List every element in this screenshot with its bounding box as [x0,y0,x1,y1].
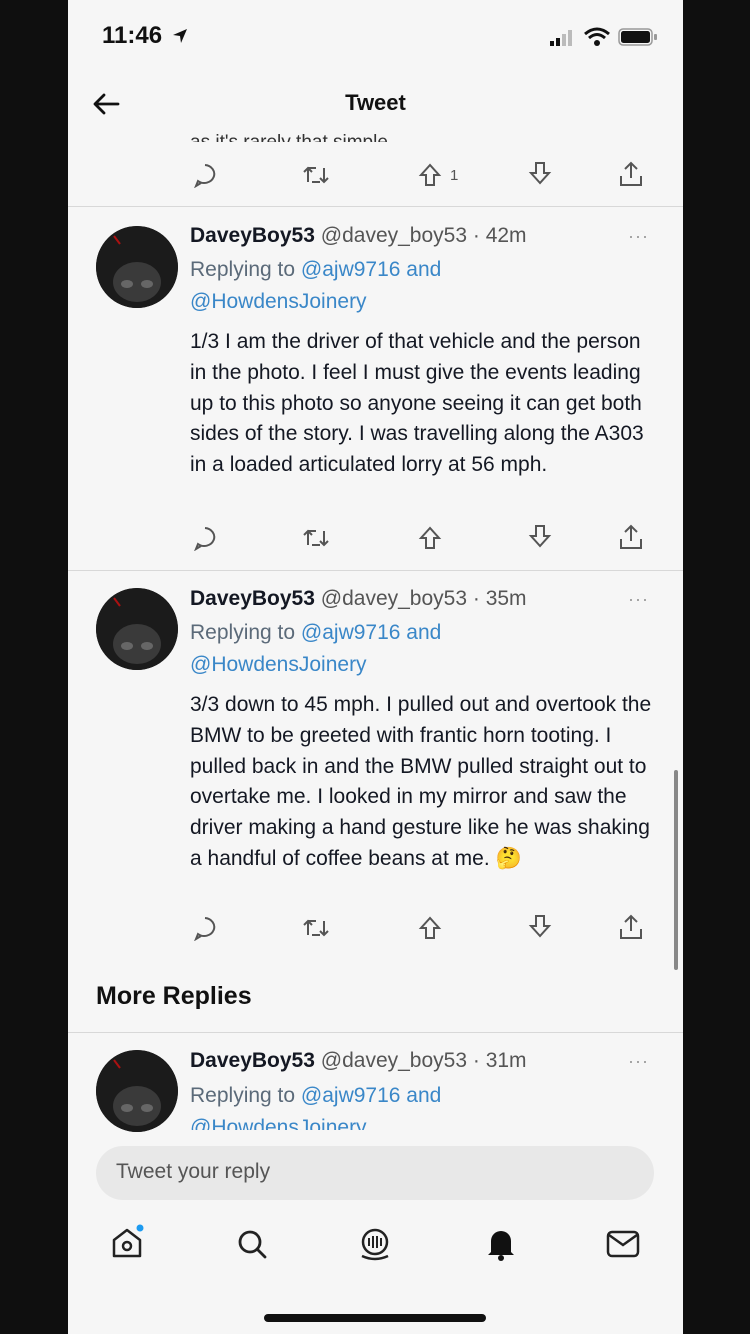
mention-link[interactable]: @HowdensJoinery [190,1116,367,1130]
scrollbar[interactable] [674,770,678,970]
handle[interactable]: @davey_boy53 [321,224,467,247]
mention-link[interactable]: @ajw9716 [301,621,401,644]
bell-icon[interactable] [484,1226,518,1262]
mention-link[interactable]: @HowdensJoinery [190,290,367,313]
home-indicator[interactable] [264,1314,486,1322]
avatar-image [96,588,178,670]
status-time-text: 11:46 [102,22,163,49]
tweet-text: 1/3 I am the driver of that vehicle and … [190,330,644,477]
upvote-count: 1 [450,166,459,184]
mention-link[interactable]: @ajw9716 [301,1084,401,1107]
wifi-icon [584,27,610,46]
upvote-icon [418,163,442,186]
handle[interactable]: @davey_boy53 [321,587,467,610]
bottom-nav [68,1218,683,1278]
replying-to-line-2: @HowdensJoinery [190,286,367,318]
mention-and[interactable]: and [406,621,441,644]
tweet-text-container: 3/3 down to 45 mph. I pulled out and ove… [190,690,660,875]
avatar[interactable] [96,226,178,308]
upvote-icon[interactable] [418,525,442,551]
replying-to-line-2: @HowdensJoinery [190,649,367,681]
tweet-header: DaveyBoy53 @davey_boy53 · 31m [190,1049,527,1073]
timestamp: · 42m [472,224,527,247]
retweet-icon[interactable] [302,527,330,549]
more-options-icon[interactable]: ··· [628,226,649,247]
reply-icon[interactable] [192,525,218,551]
more-options-icon[interactable]: ··· [628,589,649,610]
reply-icon[interactable] [192,162,218,188]
signal-icon [550,30,572,46]
thinking-emoji: 🤔 [495,846,522,870]
replying-to-label: Replying to [190,621,296,644]
mention-link[interactable]: @ajw9716 [301,258,401,281]
search-icon[interactable] [236,1228,268,1260]
status-time: 11:46 [102,22,189,50]
timestamp: · 31m [472,1049,527,1072]
upvote-icon[interactable] [418,915,442,941]
mention-link[interactable]: @HowdensJoinery [190,653,367,676]
tweet-header: DaveyBoy53 @davey_boy53 · 35m [190,587,527,611]
share-icon[interactable] [618,523,644,551]
cut-off-tweet-text: as it's rarely that simple. [190,126,393,142]
location-arrow-icon [172,29,187,43]
avatar-image [96,1050,178,1132]
display-name[interactable]: DaveyBoy53 [190,224,315,247]
replying-to-label: Replying to [190,1084,296,1107]
share-icon[interactable] [618,160,644,188]
tweet-header: DaveyBoy53 @davey_boy53 · 42m [190,224,527,248]
retweet-icon[interactable] [302,917,330,939]
replying-to: Replying to @ajw9716 and [190,617,441,649]
replying-to: Replying to @ajw9716 and [190,254,441,286]
upvote-button[interactable]: 1 [418,162,458,188]
home-icon[interactable] [110,1224,144,1260]
divider [68,206,683,207]
avatar[interactable] [96,1050,178,1132]
divider [68,1032,683,1033]
tweet-text: 3/3 down to 45 mph. I pulled out and ove… [190,693,652,870]
handle[interactable]: @davey_boy53 [321,1049,467,1072]
replying-to-label: Replying to [190,258,296,281]
downvote-icon[interactable] [528,523,552,549]
phone-screen: 11:46 Tweet as it's rarely that simple. … [68,0,683,1334]
battery-icon [618,28,657,46]
timestamp: · 35m [472,587,527,610]
share-icon[interactable] [618,913,644,941]
avatar[interactable] [96,588,178,670]
mail-icon[interactable] [606,1230,640,1258]
replying-to: Replying to @ajw9716 and [190,1080,441,1112]
more-replies-heading: More Replies [96,982,252,1010]
replying-to-line-2: @HowdensJoinery [190,1112,367,1130]
spaces-icon[interactable] [358,1226,392,1262]
page-title: Tweet [345,90,406,115]
retweet-icon[interactable] [302,164,330,186]
mention-and[interactable]: and [406,1084,441,1107]
reply-icon[interactable] [192,915,218,941]
avatar-image [96,226,178,308]
divider [68,570,683,571]
display-name[interactable]: DaveyBoy53 [190,587,315,610]
downvote-icon[interactable] [528,913,552,939]
reply-placeholder: Tweet your reply [116,1160,271,1183]
mention-and[interactable]: and [406,258,441,281]
more-options-icon[interactable]: ··· [628,1051,649,1072]
display-name[interactable]: DaveyBoy53 [190,1049,315,1072]
downvote-icon[interactable] [528,160,552,186]
